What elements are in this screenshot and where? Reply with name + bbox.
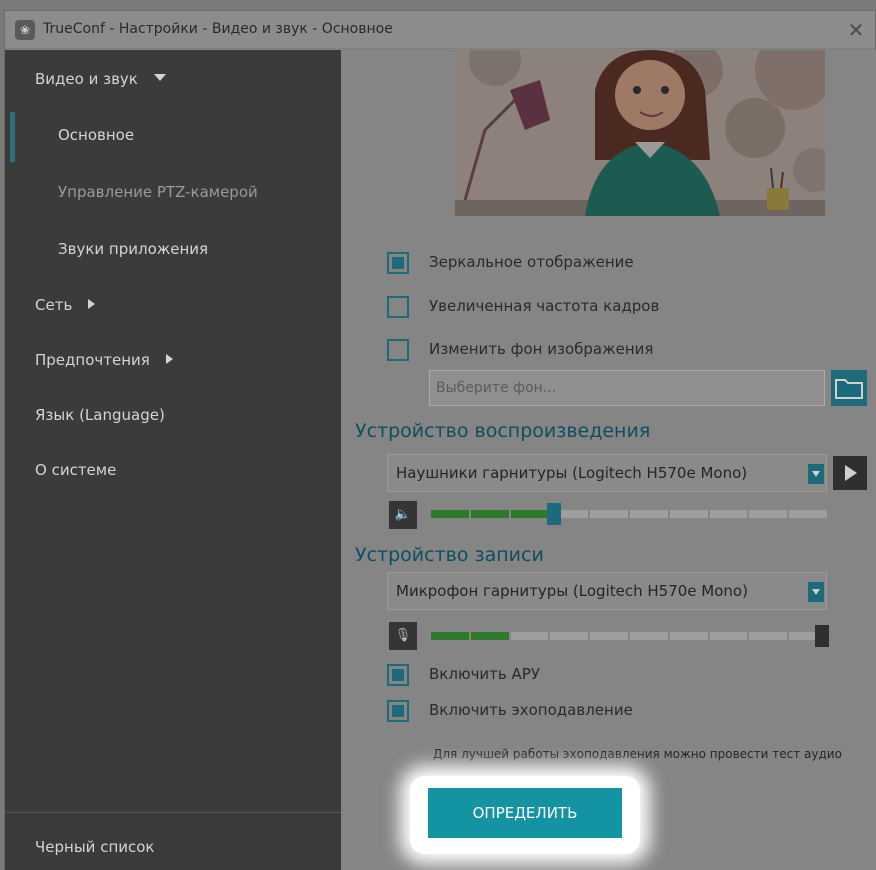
level-segment (789, 510, 827, 518)
playback-device-value: Наушники гарнитуры (Logitech H570e Mono) (396, 464, 748, 482)
playback-section-title: Устройство воспроизведения (355, 420, 651, 442)
sidebar-item-app-sounds[interactable]: Звуки приложения (58, 240, 208, 258)
high-fps-label: Увеличенная частота кадров (429, 297, 660, 315)
dropdown-arrow-icon[interactable] (808, 464, 824, 484)
chevron-down-icon (153, 74, 166, 81)
change-bg-checkbox[interactable] (387, 339, 409, 361)
level-segment (749, 510, 788, 518)
sidebar-item-language[interactable]: Язык (Language) (35, 406, 165, 424)
recording-section-title: Устройство записи (355, 544, 544, 566)
sidebar-item-network[interactable]: Сеть (35, 296, 96, 314)
window-title: TrueConf - Настройки - Видео и звук - Ос… (43, 21, 393, 37)
level-segment (470, 510, 509, 518)
level-segment (431, 510, 469, 518)
level-segment (431, 632, 469, 640)
level-segment (709, 510, 748, 518)
level-segment (470, 632, 509, 640)
settings-content: Зеркальное отображение Увеличенная часто… (341, 50, 876, 870)
title-bar: ❀ TrueConf - Настройки - Видео и звук - … (5, 11, 875, 49)
level-segment (510, 632, 549, 640)
camera-preview (455, 50, 825, 216)
detect-button[interactable]: ОПРЕДЕЛИТЬ (428, 788, 622, 838)
chevron-right-icon (165, 354, 173, 364)
echo-label: Включить эхоподавление (429, 701, 633, 719)
level-segment (749, 632, 788, 640)
high-fps-checkbox[interactable] (387, 296, 409, 318)
level-segment (550, 632, 589, 640)
preview-illustration (455, 50, 825, 216)
trueconf-logo-icon: ❀ (15, 20, 35, 40)
change-bg-label: Изменить фон изображения (429, 340, 654, 358)
mirror-checkbox[interactable] (387, 252, 409, 274)
settings-window: ❀ TrueConf - Настройки - Видео и звук - … (4, 10, 876, 870)
close-icon[interactable]: ✕ (843, 17, 869, 43)
level-segment (510, 510, 549, 518)
mic-slider-thumb[interactable] (815, 625, 829, 647)
sidebar-item-video-sound[interactable]: Видео и звук (35, 70, 166, 88)
chevron-right-icon (88, 299, 96, 309)
playback-device-select[interactable]: Наушники гарнитуры (Logitech H570e Mono) (387, 454, 827, 492)
agc-checkbox[interactable] (387, 664, 409, 686)
background-file-input[interactable] (430, 371, 824, 405)
level-segment (709, 632, 748, 640)
browse-folder-button[interactable] (831, 370, 867, 406)
sidebar-item-about[interactable]: О системе (35, 461, 116, 479)
level-segment (590, 632, 628, 640)
mirror-label: Зеркальное отображение (429, 253, 634, 271)
active-indicator (10, 112, 15, 162)
level-segment (590, 510, 628, 518)
microphone-level-meter (431, 632, 827, 640)
agc-label: Включить АРУ (429, 665, 540, 683)
sidebar-divider (5, 812, 341, 813)
microphone-icon[interactable]: 🎙 (389, 622, 417, 650)
level-segment (629, 632, 668, 640)
volume-slider-thumb[interactable] (547, 503, 561, 525)
level-segment (629, 510, 668, 518)
level-segment (669, 632, 708, 640)
echo-hint-text: Для лучшей работы эхоподавления можно пр… (433, 747, 842, 761)
sidebar-item-label: Видео и звук (35, 70, 138, 88)
sidebar-item-label: Предпочтения (35, 351, 150, 369)
play-test-button[interactable] (833, 456, 867, 490)
level-segment (669, 510, 708, 518)
sidebar-item-blacklist[interactable]: Черный список (35, 838, 155, 856)
recording-device-select[interactable]: Микрофон гарнитуры (Logitech H570e Mono) (387, 572, 827, 610)
sidebar-item-preferences[interactable]: Предпочтения (35, 351, 173, 369)
sidebar-item-label: Сеть (35, 296, 73, 314)
dropdown-arrow-icon[interactable] (808, 582, 824, 602)
sidebar-item-basic[interactable]: Основное (58, 126, 134, 144)
sidebar-item-ptz[interactable]: Управление PTZ-камерой (58, 183, 258, 201)
folder-icon (835, 379, 863, 399)
sidebar: Видео и звук Основное Управление PTZ-кам… (5, 50, 341, 870)
playback-volume-slider[interactable] (431, 510, 827, 518)
recording-device-value: Микрофон гарнитуры (Logitech H570e Mono) (396, 582, 748, 600)
background-file-field[interactable] (429, 370, 825, 406)
echo-checkbox[interactable] (387, 700, 409, 722)
speaker-icon[interactable]: 🔈 (389, 501, 417, 529)
